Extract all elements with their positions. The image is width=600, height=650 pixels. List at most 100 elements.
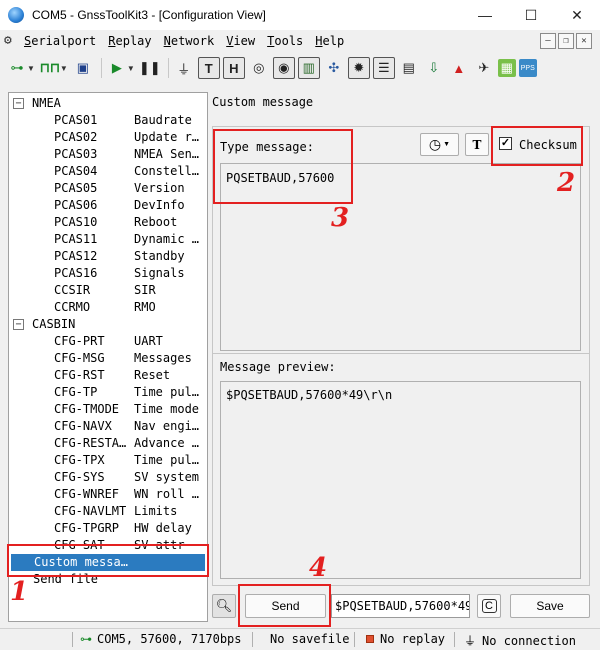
annotation-number-3: 3 bbox=[331, 203, 350, 233]
clear-button[interactable]: C bbox=[477, 594, 501, 618]
signal-icon[interactable]: ⊓⊓ bbox=[39, 57, 61, 79]
window-title: COM5 - GnssToolKit3 - [Configuration Vie… bbox=[32, 8, 266, 22]
arrow-icon[interactable]: ▲ bbox=[448, 57, 470, 79]
status-connection: ⏚ No connection bbox=[464, 632, 576, 649]
play-dropdown-icon[interactable]: ▼ bbox=[127, 64, 135, 73]
tree-item[interactable]: CFG-WNREF WN roll … bbox=[54, 486, 204, 503]
collapse-icon[interactable]: − bbox=[13, 98, 24, 109]
tree-item[interactable]: PCAS01 Baudrate bbox=[54, 112, 204, 129]
message-preview-value: $PQSETBAUD,57600*49\r\n bbox=[226, 388, 393, 402]
tree-item-value: HW delay bbox=[134, 521, 192, 535]
tree-item[interactable]: PCAS11 Dynamic … bbox=[54, 231, 204, 248]
tree-item[interactable]: CFG-TPGRP HW delay bbox=[54, 520, 204, 537]
tree-item-value: Time mode bbox=[134, 402, 199, 416]
menu-view[interactable]: View bbox=[226, 34, 255, 48]
save-button[interactable]: Save bbox=[510, 594, 590, 618]
tree-item[interactable]: CFG-RST Reset bbox=[54, 367, 204, 384]
connect-dropdown-icon[interactable]: ▼ bbox=[27, 64, 35, 73]
menu-replay[interactable]: Replay bbox=[108, 34, 151, 48]
sent-history-field[interactable]: $PQSETBAUD,57600*49 bbox=[331, 594, 470, 618]
search-button[interactable]: 🔍︎ bbox=[212, 594, 236, 618]
connect-icon[interactable]: ⊶ bbox=[6, 57, 28, 79]
save-icon[interactable]: ▣ bbox=[72, 57, 94, 79]
config-tree[interactable]: − NMEA PCAS01 Baudrate PCAS02 Update r… PC… bbox=[8, 92, 208, 622]
tree-item[interactable]: CFG-MSG Messages bbox=[54, 350, 204, 367]
annotation-number-4: 4 bbox=[309, 553, 328, 583]
tree-group-nmea[interactable]: − NMEA bbox=[13, 95, 61, 112]
tree-item[interactable]: PCAS16 Signals bbox=[54, 265, 204, 282]
menu-tools[interactable]: Tools bbox=[267, 34, 303, 48]
mdi-minimize-icon[interactable]: – bbox=[540, 33, 556, 49]
tree-item-key: PCAS01 bbox=[54, 113, 98, 127]
message-preview-label: Message preview: bbox=[220, 360, 336, 374]
tree-item-key: CFG-NAVX bbox=[54, 419, 112, 433]
collapse-icon[interactable]: − bbox=[13, 319, 24, 330]
settings-icon[interactable]: ✹ bbox=[347, 57, 370, 79]
chevron-down-icon: ▼ bbox=[443, 141, 451, 148]
status-separator bbox=[72, 632, 73, 647]
status-separator bbox=[252, 632, 253, 647]
tree-item[interactable]: CFG-TPX Time pul… bbox=[54, 452, 204, 469]
text-format-button[interactable]: T bbox=[465, 133, 489, 156]
tree-item-key: CFG-SYS bbox=[54, 470, 105, 484]
tree-item[interactable]: CFG-TMODE Time mode bbox=[54, 401, 204, 418]
status-port: ⊶ COM5, 57600, 7170bps bbox=[80, 632, 242, 646]
tree-item-key: PCAS12 bbox=[54, 249, 98, 263]
document-icon[interactable]: ▤ bbox=[398, 57, 420, 79]
plug-icon[interactable]: ⏚ bbox=[173, 57, 195, 79]
mdi-close-icon[interactable]: ✕ bbox=[576, 33, 592, 49]
tree-item-value: WN roll … bbox=[134, 487, 199, 501]
pause-icon[interactable]: ❚❚ bbox=[139, 57, 161, 79]
play-icon[interactable]: ▶ bbox=[106, 57, 128, 79]
download-icon[interactable]: ⇩ bbox=[423, 57, 445, 79]
map-icon[interactable]: ▦ bbox=[497, 59, 516, 77]
tree-item[interactable]: PCAS05 Version bbox=[54, 180, 204, 197]
tree-item[interactable]: CCRMO RMO bbox=[54, 299, 204, 316]
signal-dropdown-icon[interactable]: ▼ bbox=[60, 64, 68, 73]
target-icon[interactable]: ◎ bbox=[248, 57, 270, 79]
tree-item[interactable]: CFG-SYS SV system bbox=[54, 469, 204, 486]
text-view-icon[interactable]: T bbox=[197, 57, 220, 79]
tree-item[interactable]: CFG-RESTA… Advance … bbox=[54, 435, 204, 452]
location-icon[interactable]: ◉ bbox=[272, 57, 295, 79]
hex-view-icon[interactable]: H bbox=[222, 57, 245, 79]
menu-help[interactable]: Help bbox=[315, 34, 344, 48]
toolbar-separator bbox=[100, 58, 102, 78]
tree-item[interactable]: PCAS02 Update r… bbox=[54, 129, 204, 146]
mdi-restore-icon[interactable]: ❐ bbox=[558, 33, 574, 49]
toolbar: ⊶ ▼ ⊓⊓ ▼ ▣ ▶ ▼ ❚❚ ⏚ T H ◎ ◉ ▥ ✣ ✹ ☰ ▤ ⇩ … bbox=[0, 53, 600, 83]
tree-item-key: PCAS10 bbox=[54, 215, 98, 229]
tree-item-value: Signals bbox=[134, 266, 185, 280]
tree-item[interactable]: CFG-NAVLMT Limits bbox=[54, 503, 204, 520]
menu-serialport[interactable]: Serialport bbox=[24, 34, 96, 48]
tree-group-casbin[interactable]: − CASBIN bbox=[13, 316, 75, 333]
close-button[interactable]: ✕ bbox=[554, 0, 600, 30]
satellite-icon[interactable]: ✣ bbox=[323, 57, 345, 79]
tree-item-key: CFG-MSG bbox=[54, 351, 105, 365]
tree-item-value: Messages bbox=[134, 351, 192, 365]
tree-item[interactable]: PCAS06 DevInfo bbox=[54, 197, 204, 214]
tree-item[interactable]: CFG-PRT UART bbox=[54, 333, 204, 350]
tree-item[interactable]: CCSIR SIR bbox=[54, 282, 204, 299]
menu-network[interactable]: Network bbox=[164, 34, 215, 48]
tree-item[interactable]: PCAS04 Constell… bbox=[54, 163, 204, 180]
tree-item-value: Time pul… bbox=[134, 453, 199, 467]
gear-icon[interactable]: ⚙ bbox=[4, 34, 18, 48]
tree-group-label: NMEA bbox=[32, 96, 61, 110]
tree-item[interactable]: PCAS03 NMEA Sen… bbox=[54, 146, 204, 163]
maximize-button[interactable]: ☐ bbox=[508, 0, 554, 30]
chart-icon[interactable]: ▥ bbox=[297, 57, 320, 79]
tree-item-key: CFG-TPX bbox=[54, 453, 105, 467]
tree-item[interactable]: PCAS10 Reboot bbox=[54, 214, 204, 231]
list-icon[interactable]: ☰ bbox=[372, 57, 395, 79]
tree-item-key: PCAS11 bbox=[54, 232, 98, 246]
tree-item[interactable]: CFG-TP Time pul… bbox=[54, 384, 204, 401]
tree-item[interactable]: CFG-NAVX Nav engi… bbox=[54, 418, 204, 435]
tree-item[interactable]: PCAS12 Standby bbox=[54, 248, 204, 265]
minimize-button[interactable]: — bbox=[462, 0, 508, 30]
satellite-dish-icon[interactable]: ✈ bbox=[473, 57, 495, 79]
toolbar-separator bbox=[167, 58, 169, 78]
history-button[interactable]: ◷ ▼ bbox=[420, 133, 459, 156]
tree-item-key: CFG-WNREF bbox=[54, 487, 120, 501]
pps-icon[interactable]: PPS bbox=[518, 59, 537, 77]
